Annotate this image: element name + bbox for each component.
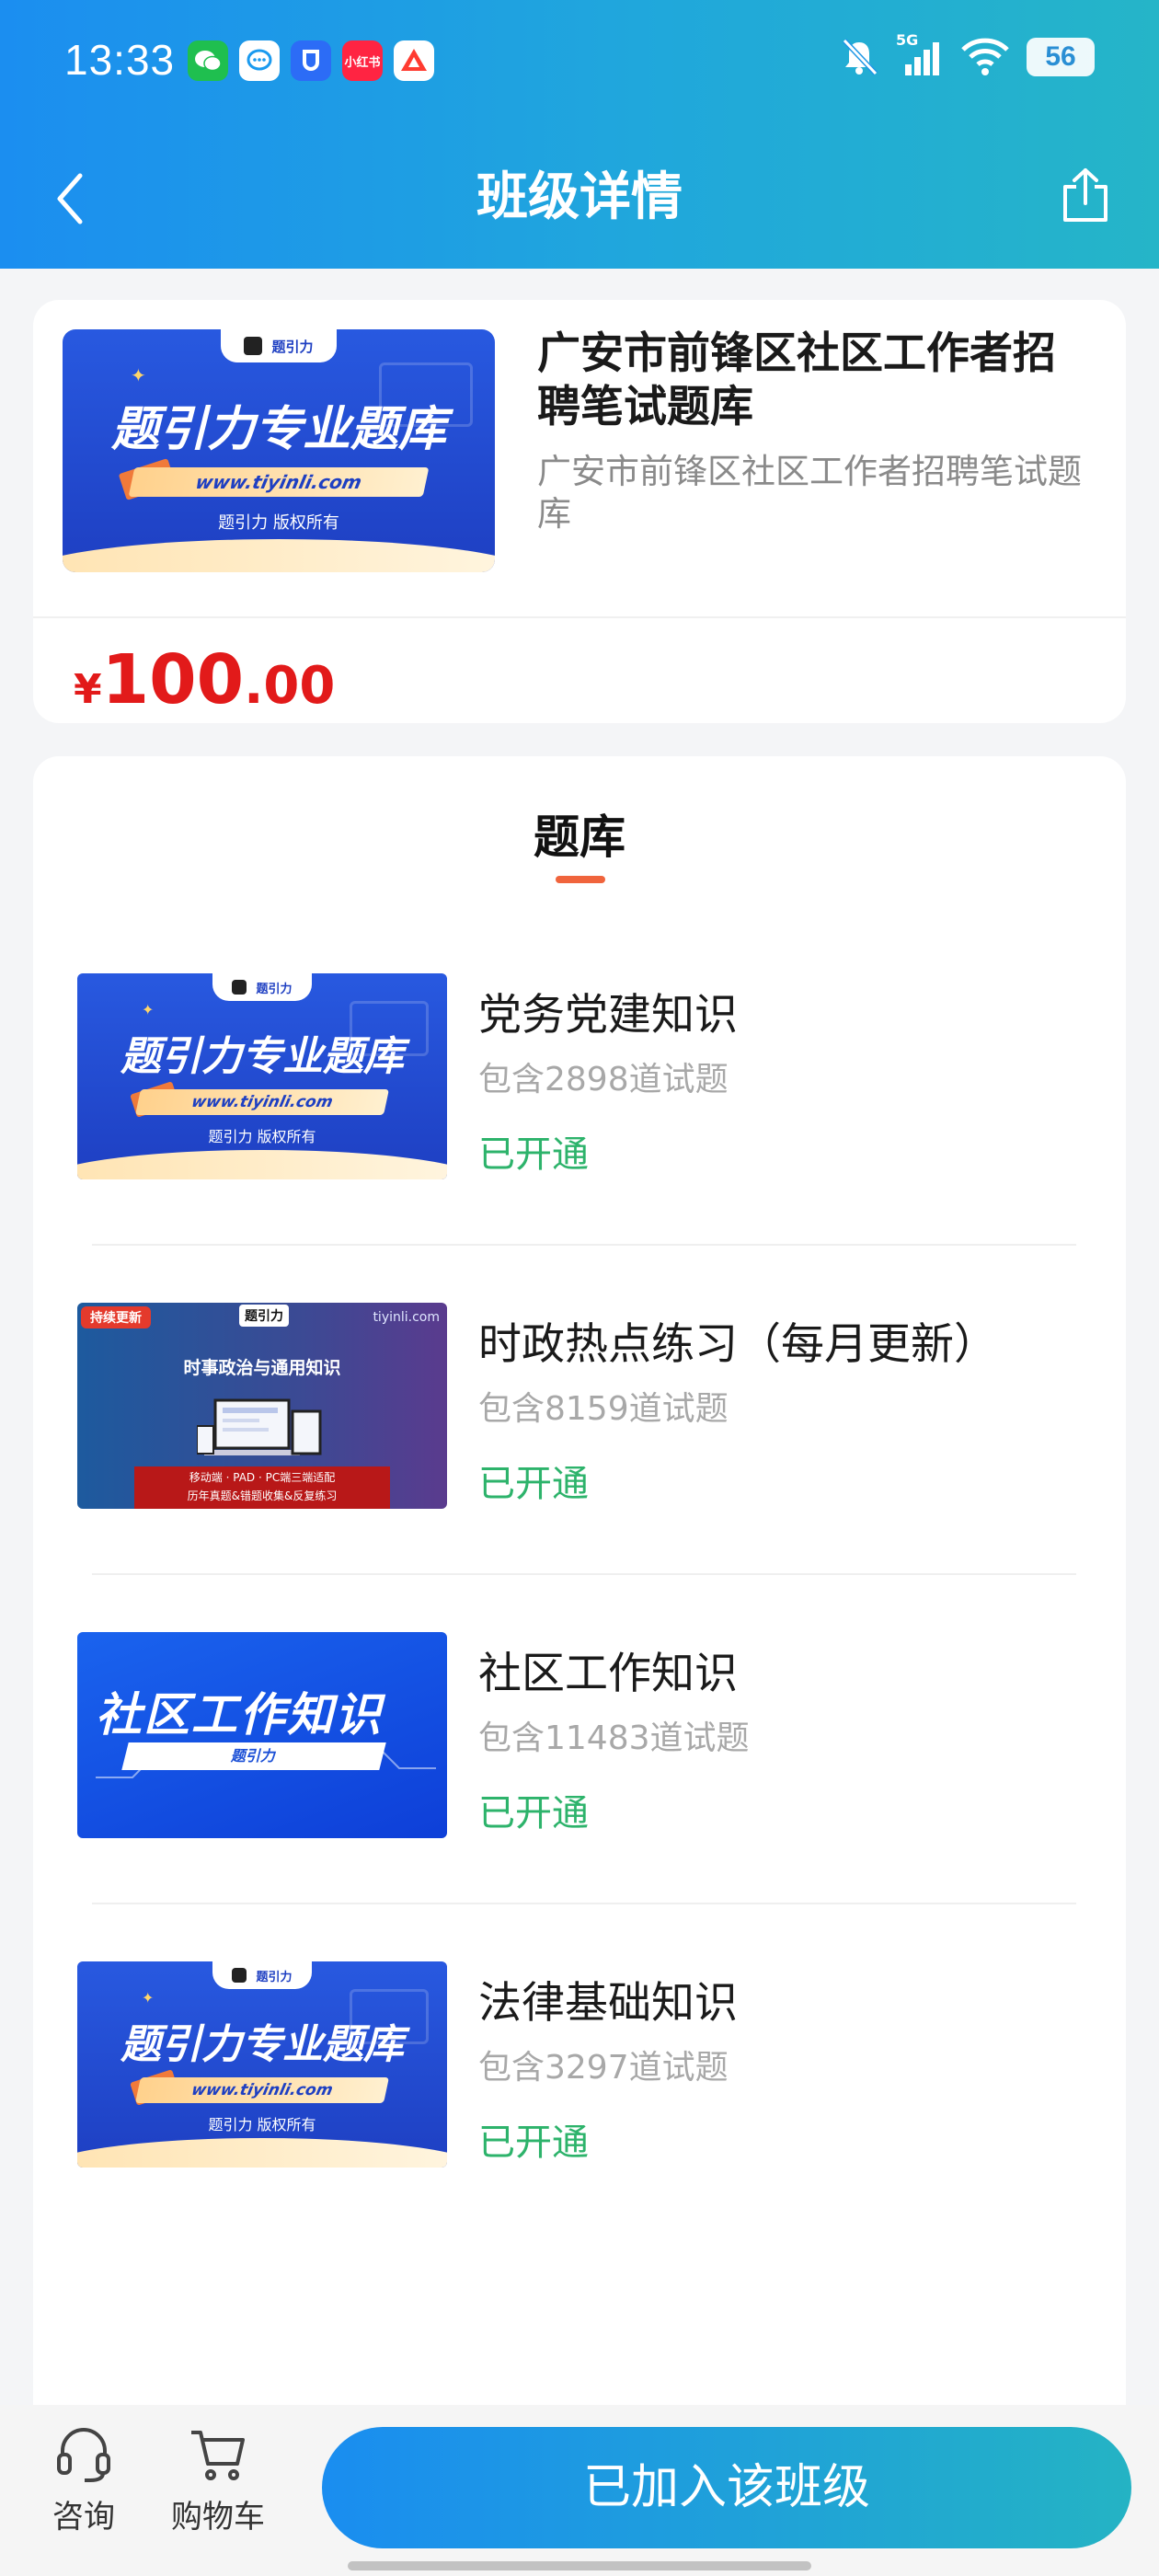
banner-site: tiyinli.com [373, 1310, 440, 1325]
class-description: 广安市前锋区社区工作者招聘笔试题库 [537, 452, 1082, 534]
wifi-icon [961, 38, 1009, 75]
logo-badge: 题引力 [239, 1305, 289, 1327]
bank-name: 法律基础知识 [478, 1978, 738, 2029]
bank-status: 已开通 [478, 1463, 589, 1505]
bank-item-law-basics[interactable]: 题引力 ✦ 题引力专业题库 www.tiyinli.com 题引力 版权所有 法… [33, 1961, 1126, 2291]
question-bank-section: 题库 题引力 ✦ 题引力专业题库 www.tiyinli.com 题引力 版权所… [33, 756, 1126, 2412]
logo-icon [244, 337, 263, 355]
status-bar: 13:33 小红书 5G 56 [0, 0, 1159, 129]
banner-tab-label: 题引力 [271, 338, 314, 355]
joined-class-button[interactable]: 已加入该班级 [322, 2427, 1131, 2548]
header: 13:33 小红书 5G 56 班级详情 [0, 0, 1159, 269]
bank-thumbnail: 题引力 ✦ 题引力专业题库 www.tiyinli.com 题引力 版权所有 [77, 1961, 447, 2168]
mute-bell-icon [842, 38, 878, 76]
price-decimal: .00 [244, 656, 336, 716]
banner-url: www.tiyinli.com [135, 2077, 389, 2103]
cart-label: 购物车 [171, 2499, 265, 2536]
banner-tab: 题引力 [212, 973, 312, 1001]
bank-status: 已开通 [478, 2122, 589, 2164]
banner-wave [77, 1150, 447, 1179]
class-price: ¥100.00 [74, 640, 335, 719]
star-icon: ✦ [142, 1001, 155, 1018]
banner-feature-bar: 移动端 · PAD · PC端三端适配 历年真题&错题收集&反复练习 [134, 1466, 390, 1509]
section-title-indicator [556, 876, 605, 883]
star-icon: ✦ [131, 364, 146, 386]
bank-status: 已开通 [478, 1133, 589, 1176]
class-info-card: 题引力 ✦ 题引力专业题库 www.tiyinli.com 题引力 版权所有 广… [33, 300, 1126, 723]
divider [33, 616, 1126, 618]
class-title: 广安市前锋区社区工作者招聘笔试题库 [537, 328, 1056, 432]
divider [92, 1244, 1076, 1246]
star-icon: ✦ [142, 1989, 155, 2007]
bank-name: 社区工作知识 [478, 1649, 738, 1699]
price-integer: 100 [101, 640, 245, 719]
messages-icon [239, 40, 280, 81]
u-app-icon [291, 40, 331, 81]
bank-thumbnail: 社区工作知识 题引力 [77, 1632, 447, 1838]
banner-title: 题引力专业题库 [120, 2021, 404, 2068]
banner-title: 题引力专业题库 [110, 402, 446, 457]
banner-tab: 题引力 [221, 329, 337, 362]
banner-copyright: 题引力 版权所有 [218, 513, 339, 533]
status-right: 5G 56 [839, 31, 1095, 77]
network-type: 5G [896, 31, 919, 49]
class-cover-image: 题引力 ✦ 题引力专业题库 www.tiyinli.com 题引力 版权所有 [63, 329, 495, 572]
bank-name: 时政热点练习（每月更新） [478, 1319, 997, 1370]
banner-lines [96, 1749, 436, 1778]
logo-icon [232, 980, 247, 995]
xiaohongshu-icon: 小红书 [342, 40, 383, 81]
banner-title: 社区工作知识 [96, 1688, 383, 1742]
cellular-signal-icon: 5G [896, 31, 944, 77]
price-currency: ¥ [74, 666, 102, 713]
home-indicator[interactable] [348, 2561, 811, 2570]
banner-url: www.tiyinli.com [135, 1089, 389, 1115]
bank-item-community-work[interactable]: 社区工作知识 题引力 社区工作知识 包含11483道试题 已开通 [33, 1632, 1126, 1961]
banner-feature-line: 历年真题&错题收集&反复练习 [187, 1489, 338, 1502]
banner-tab-label: 题引力 [256, 982, 293, 996]
bank-question-count: 包含11483道试题 [478, 1719, 750, 1757]
update-tag: 持续更新 [81, 1306, 151, 1328]
share-icon [1063, 168, 1107, 222]
banner-wave [77, 2138, 447, 2168]
banner-copyright: 题引力 版权所有 [208, 2116, 316, 2133]
a-app-icon [394, 40, 434, 81]
bank-thumbnail: 题引力 ✦ 题引力专业题库 www.tiyinli.com 题引力 版权所有 [77, 973, 447, 1179]
bank-question-count: 包含2898道试题 [478, 1061, 729, 1098]
consult-button[interactable]: 咨询 [15, 2405, 153, 2543]
cart-button[interactable]: 购物车 [149, 2405, 287, 2543]
bottom-action-bar: 咨询 购物车 已加入该班级 [0, 2405, 1159, 2576]
banner-tab: 题引力 [212, 1961, 312, 1989]
banner-title: 题引力专业题库 [120, 1033, 404, 1080]
divider [92, 1903, 1076, 1904]
battery-indicator: 56 [1027, 38, 1095, 76]
bank-thumbnail: 持续更新 题引力 tiyinli.com 时事政治与通用知识 移动端 · PAD… [77, 1303, 447, 1509]
banner-title: 时事政治与通用知识 [183, 1358, 341, 1378]
status-time: 13:33 [64, 36, 176, 84]
banner-tab-label: 题引力 [256, 1970, 293, 1984]
consult-label: 咨询 [52, 2499, 115, 2536]
banner-feature-line: 移动端 · PAD · PC端三端适配 [189, 1471, 336, 1484]
page-title: 班级详情 [476, 167, 683, 227]
bank-question-count: 包含3297道试题 [478, 2049, 729, 2087]
bank-name: 党务党建知识 [478, 990, 738, 1041]
logo-icon [232, 1968, 247, 1983]
wechat-icon [188, 40, 228, 81]
share-button[interactable] [1049, 158, 1122, 232]
section-title: 题库 [534, 811, 625, 864]
bank-item-current-affairs[interactable]: 持续更新 题引力 tiyinli.com 时事政治与通用知识 移动端 · PAD… [33, 1303, 1126, 1632]
bank-question-count: 包含8159道试题 [478, 1390, 729, 1428]
bank-status: 已开通 [478, 1792, 589, 1834]
devices-icon [197, 1398, 322, 1455]
headset-icon [57, 2428, 110, 2482]
notification-app-icons: 小红书 [188, 40, 434, 81]
banner-wave [63, 539, 495, 572]
banner-copyright: 题引力 版权所有 [208, 1128, 316, 1145]
divider [92, 1573, 1076, 1575]
banner-url: www.tiyinli.com [128, 467, 430, 497]
shopping-cart-icon [191, 2431, 245, 2480]
bank-item-party-building[interactable]: 题引力 ✦ 题引力专业题库 www.tiyinli.com 题引力 版权所有 党… [33, 973, 1126, 1303]
